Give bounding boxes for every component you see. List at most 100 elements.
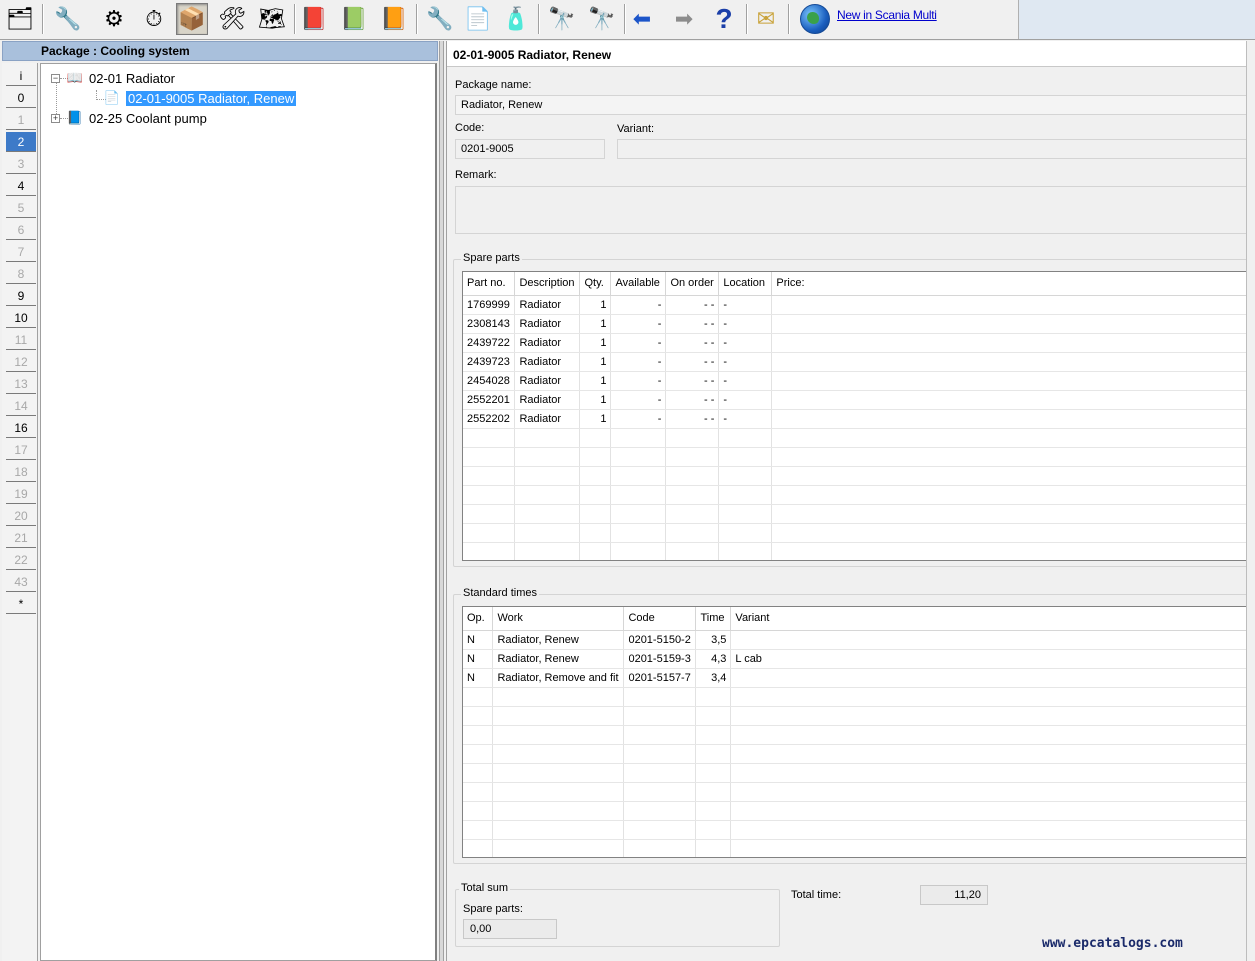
detail-panel: 02-01-9005 Radiator, Renew Package name:…: [446, 41, 1255, 961]
panel-splitter[interactable]: [439, 41, 444, 961]
work-procedure-button[interactable]: 🛠: [216, 3, 248, 35]
tree-node-label: 02-25 Coolant pump: [89, 110, 207, 126]
group-tab-9[interactable]: 9: [6, 286, 36, 306]
column-header[interactable]: Available: [610, 272, 667, 296]
table-row[interactable]: N Radiator, Remove and fit 0201-5157-7 3,4: [463, 668, 1255, 688]
info-button[interactable]: 🔧: [52, 3, 84, 35]
table-cell: -: [718, 333, 773, 353]
group-tab-0[interactable]: 0: [6, 88, 36, 108]
table-cell: N: [463, 649, 494, 669]
table-cell: [492, 706, 625, 726]
book-button[interactable]: 📕: [298, 3, 330, 35]
group-tab-20: 20: [6, 506, 36, 526]
help-button[interactable]: ?: [708, 3, 740, 35]
column-header[interactable]: Variant: [730, 607, 1255, 631]
new-in-scania-multi-link[interactable]: New in Scania Multi: [837, 8, 937, 22]
technical-info-button[interactable]: 📄: [462, 3, 494, 35]
table-cell: [730, 725, 1255, 745]
table-cell: 0201-5157-7: [623, 668, 697, 688]
group-tab-i[interactable]: i: [6, 66, 36, 86]
table-cell: [610, 504, 667, 524]
tree-node-radiator[interactable]: − 📖 02-01 Radiator: [51, 69, 175, 87]
engine-parts-button[interactable]: ⚙: [98, 3, 130, 35]
book-edit-button[interactable]: 📙: [378, 3, 410, 35]
table-cell: 2439723: [463, 352, 516, 372]
total-time-label: Total time:: [791, 889, 842, 901]
back-button[interactable]: ⬅: [626, 3, 658, 35]
table-cell: Radiator: [514, 371, 581, 391]
binoculars-icon: 🔭: [548, 6, 576, 31]
wrench-button[interactable]: 🔧: [424, 3, 456, 35]
group-tab-8: 8: [6, 264, 36, 284]
group-tab-16[interactable]: 16: [6, 418, 36, 438]
table-row[interactable]: 2439723 Radiator 1- - --: [463, 352, 1255, 372]
table-row[interactable]: 2552201 Radiator 1- - --: [463, 390, 1255, 410]
group-tab-4[interactable]: 4: [6, 176, 36, 196]
package-tree[interactable]: − 📖 02-01 Radiator 📄 02-01-9005 Radiator…: [40, 63, 437, 961]
package-button[interactable]: 📦: [176, 3, 208, 35]
table-row[interactable]: 2454028 Radiator 1- - --: [463, 371, 1255, 391]
table-row[interactable]: 2439722 Radiator 1- - --: [463, 333, 1255, 353]
book-approved-button[interactable]: 📗: [338, 3, 370, 35]
table-cell: 1: [579, 390, 612, 410]
table-cell: Radiator: [514, 352, 581, 372]
table-row[interactable]: 2308143 Radiator 1- - --: [463, 314, 1255, 334]
table-cell: [463, 725, 494, 745]
diagram-button[interactable]: 🗺: [256, 3, 288, 35]
group-tab-all[interactable]: *: [6, 594, 36, 614]
column-header[interactable]: Time: [695, 607, 732, 631]
table-cell: [610, 466, 667, 486]
table-cell: Radiator, Remove and fit: [492, 668, 625, 688]
forward-button[interactable]: ➡: [668, 3, 700, 35]
column-header[interactable]: Part no.: [463, 272, 516, 296]
table-row[interactable]: N Radiator, Renew 0201-5150-2 3,5: [463, 630, 1255, 650]
spare-parts-table[interactable]: Part no. Description Qty. Available On order…: [462, 271, 1255, 561]
column-header[interactable]: Work: [492, 607, 625, 631]
group-tab-1: 1: [6, 110, 36, 130]
column-header[interactable]: Code: [623, 607, 697, 631]
search-plus-button[interactable]: 🔭: [586, 3, 618, 35]
table-cell: Radiator: [514, 390, 581, 410]
group-number-tabs: i 0 1 2 3 4 5 6 7 8 9 10 11 12 13 14 16 17 18 19 20 21 22 43 *: [2, 63, 38, 961]
table-row[interactable]: 1769999 Radiator 1- - --: [463, 295, 1255, 315]
table-cell: [718, 542, 773, 560]
table-row[interactable]: N Radiator, Renew 0201-5159-3 4,3 L cab: [463, 649, 1255, 669]
column-header[interactable]: Price:: [771, 272, 1255, 296]
table-cell: [665, 428, 720, 448]
table-cell: [665, 523, 720, 543]
tree-node-radiator-renew[interactable]: 📄 02-01-9005 Radiator, Renew: [101, 89, 297, 107]
spare-parts-title: Spare parts: [461, 252, 522, 264]
column-header[interactable]: Description: [514, 272, 581, 296]
tree-node-coolant-pump[interactable]: + 📘 02-25 Coolant pump: [51, 109, 207, 127]
info-tools-icon: 🔧: [54, 6, 82, 31]
table-cell: [610, 447, 667, 467]
standard-times-table[interactable]: Op. Work Code Time Variant N Radiator, Renew 0…: [462, 606, 1255, 858]
table-cell: [463, 839, 494, 857]
stopwatch-button[interactable]: ⏱: [138, 3, 170, 35]
spray-button[interactable]: 🧴: [500, 3, 532, 35]
column-header[interactable]: Op.: [463, 607, 494, 631]
table-cell: -: [610, 295, 667, 315]
column-header[interactable]: Qty.: [579, 272, 612, 296]
table-cell: -: [718, 314, 773, 334]
expand-icon[interactable]: +: [51, 113, 60, 123]
column-header[interactable]: On order: [665, 272, 720, 296]
table-row[interactable]: 2552202 Radiator 1- - --: [463, 409, 1255, 429]
table-cell: [771, 333, 1255, 353]
column-header[interactable]: Location: [718, 272, 773, 296]
structure-button[interactable]: 🗂: [4, 3, 36, 35]
table-cell: [463, 820, 494, 840]
variant-field: [617, 139, 1255, 159]
code-label: Code:: [455, 122, 485, 134]
search-button[interactable]: 🔭: [546, 3, 578, 35]
table-cell: [718, 504, 773, 524]
group-tab-2[interactable]: 2: [6, 132, 36, 152]
table-cell: N: [463, 668, 494, 688]
collapse-icon[interactable]: −: [51, 73, 60, 83]
globe-icon[interactable]: [800, 4, 830, 34]
group-tab-10[interactable]: 10: [6, 308, 36, 328]
mail-button[interactable]: ✉: [750, 3, 782, 35]
table-cell: - -: [665, 295, 720, 315]
table-cell: 0201-5159-3: [623, 649, 697, 669]
table-cell: [492, 744, 625, 764]
